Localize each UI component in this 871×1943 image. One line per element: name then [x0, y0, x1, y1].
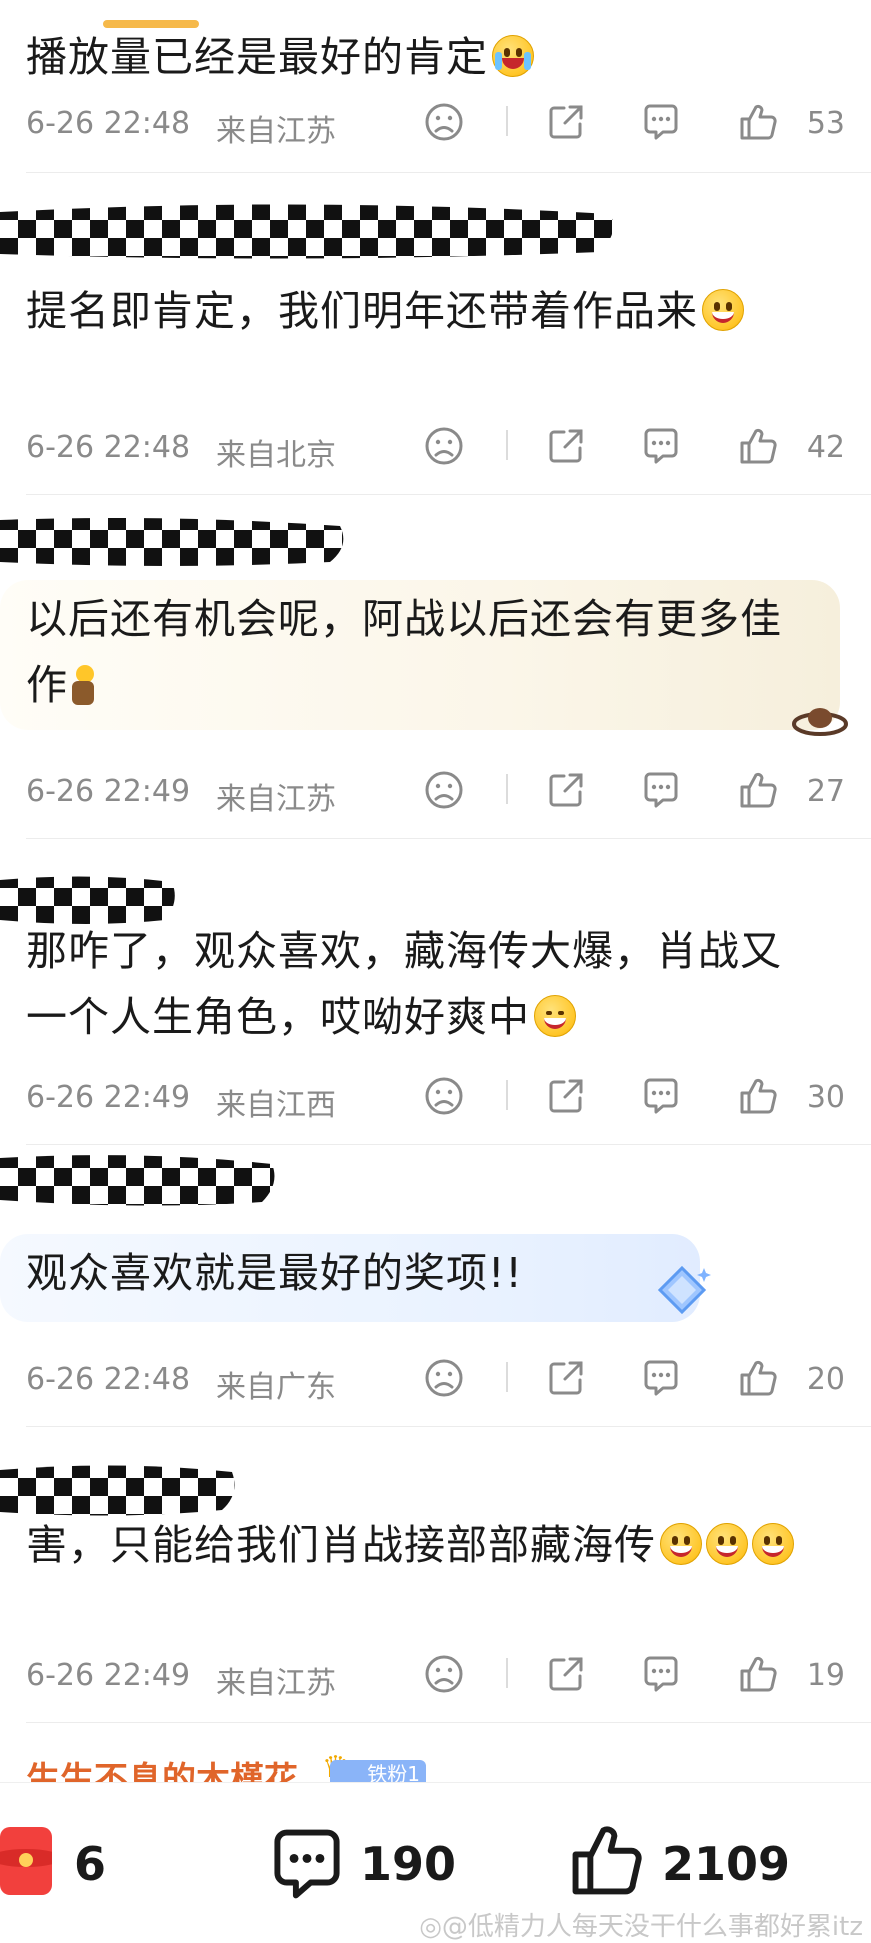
comment-bubble-icon[interactable]: [641, 1358, 681, 1398]
watermark: ◎@低精力人每天没干什么事都好累itz: [419, 1912, 863, 1942]
meta-separator: [506, 1362, 508, 1392]
meta-separator: [506, 1658, 508, 1688]
thumbs-up-icon[interactable]: [738, 102, 778, 142]
scribbled-username: [0, 512, 350, 572]
comment-location: 来自江苏: [216, 1666, 336, 1701]
grinning-emoji-icon: [702, 289, 744, 331]
comment-location: 来自北京: [216, 438, 336, 473]
frown-face-icon[interactable]: [424, 1654, 464, 1694]
comment-count: 190: [360, 1837, 457, 1891]
like-count: 27: [806, 774, 845, 809]
comment-time: 6-26 22:49: [26, 1658, 191, 1693]
frown-face-icon[interactable]: [424, 102, 464, 142]
comment-meta: 6-26 22:49 来自江苏 19: [26, 1652, 845, 1701]
comment-text: 害，只能给我们肖战接部部藏海传: [26, 1512, 816, 1578]
thumbs-up-icon[interactable]: [738, 426, 778, 466]
comment-meta: 6-26 22:48 来自江苏 53: [26, 100, 845, 149]
scribbled-username: [0, 202, 620, 262]
divider: [26, 1426, 871, 1427]
comment-text: 以后还有机会呢，阿战以后还会有更多佳作: [26, 595, 782, 709]
frown-face-icon[interactable]: [424, 770, 464, 810]
comment-meta: 6-26 22:48 来自广东 20: [26, 1356, 845, 1405]
thinker-emoji-icon: [68, 665, 98, 705]
comment-location: 来自江苏: [216, 782, 336, 817]
comment-meta: 6-26 22:49 来自江苏 27: [26, 768, 845, 817]
comment-bubble-icon[interactable]: [641, 770, 681, 810]
crying-emoji-icon: [492, 35, 534, 77]
share-arrow-icon[interactable]: [546, 102, 586, 142]
grinning-emoji-icon: [660, 1523, 702, 1565]
comment-location: 来自江苏: [216, 114, 336, 149]
comment-time: 6-26 22:49: [26, 774, 191, 809]
share-arrow-icon[interactable]: [546, 1654, 586, 1694]
like-count: 20: [806, 1362, 845, 1397]
comment-bubble-icon[interactable]: [641, 1654, 681, 1694]
comment-time: 6-26 22:48: [26, 106, 191, 141]
thumbs-up-icon[interactable]: [570, 1823, 644, 1901]
thumbs-up-icon[interactable]: [738, 1654, 778, 1694]
like-count-total: 2109: [662, 1837, 791, 1891]
like-count: 42: [806, 430, 845, 465]
scribbled-username: [0, 1150, 280, 1210]
divider: [26, 1144, 871, 1145]
comment-text: 那咋了，观众喜欢，藏海传大爆，肖战又一个人生角色，哎呦好爽中: [26, 927, 782, 1041]
comment-text: 提名即肯定，我们明年还带着作品来: [26, 278, 826, 344]
like-count: 19: [806, 1658, 845, 1693]
thumbs-up-icon[interactable]: [738, 770, 778, 810]
thumbs-up-icon[interactable]: [738, 1358, 778, 1398]
comment-meta: 6-26 22:49 来自江西 30: [26, 1074, 845, 1123]
decorative-sticker: [790, 700, 850, 740]
meta-separator: [506, 774, 508, 804]
frown-face-icon[interactable]: [424, 426, 464, 466]
comment-location: 来自江西: [216, 1088, 336, 1123]
scribbled-username: [0, 1460, 240, 1520]
comment-time: 6-26 22:48: [26, 1362, 191, 1397]
red-envelope-count: 6: [74, 1837, 107, 1891]
meta-separator: [506, 1080, 508, 1110]
share-arrow-icon[interactable]: [546, 1076, 586, 1116]
grinning-emoji-icon: [706, 1523, 748, 1565]
divider: [26, 1722, 871, 1723]
like-count: 30: [806, 1080, 845, 1115]
comment-bubble-icon[interactable]: [641, 426, 681, 466]
divider: [26, 838, 871, 839]
comment-location: 来自广东: [216, 1370, 336, 1405]
divider: [26, 494, 871, 495]
grinning-emoji-icon: [752, 1523, 794, 1565]
diamond-sticker: [652, 1260, 712, 1320]
thumbs-up-icon[interactable]: [738, 1076, 778, 1116]
comment-meta: 6-26 22:48 来自北京 42: [26, 424, 845, 473]
like-count: 53: [806, 106, 845, 141]
divider: [26, 172, 871, 173]
share-arrow-icon[interactable]: [546, 1358, 586, 1398]
smirking-emoji-icon: [534, 995, 576, 1037]
comment-bubble-icon[interactable]: [641, 102, 681, 142]
share-arrow-icon[interactable]: [546, 770, 586, 810]
comment-time: 6-26 22:48: [26, 430, 191, 465]
share-arrow-icon[interactable]: [546, 426, 586, 466]
red-envelope-icon[interactable]: [0, 1827, 52, 1895]
comment-time: 6-26 22:49: [26, 1080, 191, 1115]
meta-separator: [506, 106, 508, 136]
meta-separator: [506, 430, 508, 460]
comment-text: 播放量已经是最好的肯定: [26, 24, 826, 90]
frown-face-icon[interactable]: [424, 1076, 464, 1116]
frown-face-icon[interactable]: [424, 1358, 464, 1398]
comment-bubble-icon[interactable]: [270, 1827, 344, 1905]
comment-bubble-icon[interactable]: [641, 1076, 681, 1116]
